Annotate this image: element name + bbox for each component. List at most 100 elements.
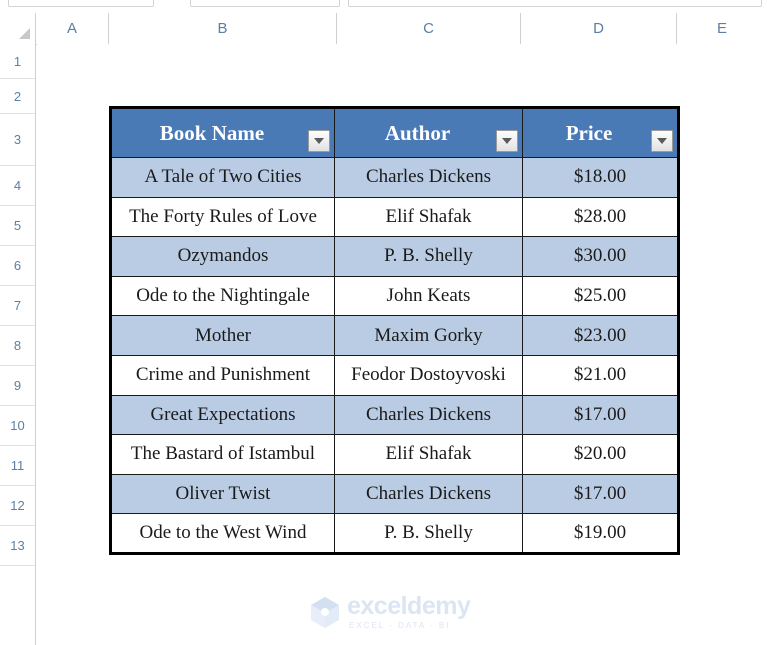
cell-author[interactable]: P. B. Shelly xyxy=(334,236,523,277)
cell-author[interactable]: Charles Dickens xyxy=(334,394,523,436)
table-row[interactable]: A Tale of Two Cities Charles Dickens $18… xyxy=(110,157,679,198)
cell-book-name[interactable]: Great Expectations xyxy=(110,394,335,436)
filter-dropdown-icon-price[interactable] xyxy=(651,130,673,152)
exceldemy-subtitle: EXCEL - DATA - BI xyxy=(349,621,451,630)
row-header-7-label: 7 xyxy=(13,298,22,313)
column-header-a[interactable]: A xyxy=(36,13,109,44)
column-header-c[interactable]: C xyxy=(337,13,521,44)
table-row[interactable]: Oliver Twist Charles Dickens $17.00 xyxy=(110,473,679,515)
row-header-1-label: 1 xyxy=(13,53,22,69)
book-price-table: Book Name Author Price A Tale of Two Cit… xyxy=(109,106,680,555)
row-header-9-label: 9 xyxy=(13,378,22,393)
row-header-11[interactable]: 11 xyxy=(0,446,35,486)
cell-book-name[interactable]: Oliver Twist xyxy=(110,473,335,515)
table-body: A Tale of Two Cities Charles Dickens $18… xyxy=(110,157,679,554)
row-header-3-label: 3 xyxy=(13,132,22,147)
cell-price[interactable]: $30.00 xyxy=(522,236,679,277)
row-header-8-label: 8 xyxy=(13,338,22,353)
row-header-5-label: 5 xyxy=(13,218,22,233)
table-row[interactable]: Mother Maxim Gorky $23.00 xyxy=(110,315,679,356)
cell-book-name[interactable]: Ode to the West Wind xyxy=(110,513,335,554)
row-header-2-label: 2 xyxy=(13,88,22,104)
filter-dropdown-icon-author[interactable] xyxy=(496,130,518,152)
cell-author[interactable]: Elif Shafak xyxy=(334,196,523,238)
cell-price[interactable]: $23.00 xyxy=(522,315,679,356)
cell-book-name[interactable]: A Tale of Two Cities xyxy=(110,157,335,198)
row-header-13-label: 13 xyxy=(10,538,25,553)
cell-book-name[interactable]: The Bastard of Istambul xyxy=(110,434,335,475)
table-row[interactable]: Crime and Punishment Feodor Dostoyvoski … xyxy=(110,354,679,396)
row-header-4-label: 4 xyxy=(13,178,22,193)
row-header-9[interactable]: 9 xyxy=(0,366,35,406)
cell-price[interactable]: $20.00 xyxy=(522,434,679,475)
filter-arrow-glyph xyxy=(657,138,667,144)
exceldemy-title: exceldemy xyxy=(347,592,471,620)
cell-book-name[interactable]: Mother xyxy=(110,315,335,356)
column-header-c-label: C xyxy=(423,20,434,37)
column-author-label: Author xyxy=(384,120,451,145)
exceldemy-wordmark: exceldemy EXCEL - DATA - BI xyxy=(347,592,471,630)
cell-book-name[interactable]: Ozymandos xyxy=(110,236,335,277)
column-price-header: Price xyxy=(522,107,679,158)
row-header-11-label: 11 xyxy=(10,458,25,473)
cell-book-name[interactable]: The Forty Rules of Love xyxy=(110,196,335,238)
cell-book-name[interactable]: Crime and Punishment xyxy=(110,354,335,396)
cell-author[interactable]: Feodor Dostoyvoski xyxy=(334,354,523,396)
select-all-triangle-icon xyxy=(19,28,30,39)
cell-price[interactable]: $28.00 xyxy=(522,196,679,238)
cell-book-name[interactable]: Ode to the Nightingale xyxy=(110,275,335,317)
cell-author[interactable]: Charles Dickens xyxy=(334,157,523,198)
cell-price[interactable]: $19.00 xyxy=(522,513,679,554)
column-header-e[interactable]: E xyxy=(677,13,767,44)
row-header-12[interactable]: 12 xyxy=(0,486,35,526)
filter-dropdown-icon-book-name[interactable] xyxy=(308,130,330,152)
cell-price[interactable]: $18.00 xyxy=(522,157,679,198)
ribbon-control-1[interactable] xyxy=(8,0,154,7)
table-row[interactable]: The Forty Rules of Love Elif Shafak $28.… xyxy=(110,196,679,238)
row-header-gutter: 1 2 3 4 5 6 7 8 9 10 11 12 13 xyxy=(0,44,36,645)
table-row[interactable]: Ozymandos P. B. Shelly $30.00 xyxy=(110,236,679,277)
column-book-name-header: Book Name xyxy=(110,107,335,158)
table-row[interactable]: Ode to the West Wind P. B. Shelly $19.00 xyxy=(110,513,679,554)
row-header-4[interactable]: 4 xyxy=(0,166,35,206)
filter-arrow-glyph xyxy=(314,138,324,144)
cell-author[interactable]: Charles Dickens xyxy=(334,473,523,515)
ribbon-control-2[interactable] xyxy=(190,0,340,7)
column-header-b-label: B xyxy=(217,20,228,37)
row-header-8[interactable]: 8 xyxy=(0,326,35,366)
cell-price[interactable]: $17.00 xyxy=(522,473,679,515)
column-header-e-label: E xyxy=(716,20,727,37)
cell-author[interactable]: P. B. Shelly xyxy=(334,513,523,554)
row-header-3[interactable]: 3 xyxy=(0,114,35,166)
cell-author[interactable]: Maxim Gorky xyxy=(334,315,523,356)
column-header-d-label: D xyxy=(593,20,604,37)
table-row[interactable]: Great Expectations Charles Dickens $17.0… xyxy=(110,394,679,436)
column-book-name-label: Book Name xyxy=(159,120,265,145)
cell-author[interactable]: Elif Shafak xyxy=(334,434,523,475)
exceldemy-watermark: exceldemy EXCEL - DATA - BI xyxy=(311,592,471,630)
cell-author[interactable]: John Keats xyxy=(334,275,523,317)
row-header-10-label: 10 xyxy=(10,418,25,433)
row-header-6[interactable]: 6 xyxy=(0,246,35,286)
row-header-5[interactable]: 5 xyxy=(0,206,35,246)
row-header-7[interactable]: 7 xyxy=(0,286,35,326)
row-header-10[interactable]: 10 xyxy=(0,406,35,446)
cell-price[interactable]: $25.00 xyxy=(522,275,679,317)
column-author-header: Author xyxy=(334,107,523,158)
ribbon-strip xyxy=(0,0,767,13)
cell-price[interactable]: $17.00 xyxy=(522,394,679,436)
row-header-2[interactable]: 2 xyxy=(0,79,35,114)
ribbon-control-3[interactable] xyxy=(348,0,762,7)
row-header-6-label: 6 xyxy=(13,258,22,273)
select-all-corner[interactable] xyxy=(0,13,36,44)
cell-price[interactable]: $21.00 xyxy=(522,354,679,396)
row-header-13[interactable]: 13 xyxy=(0,526,35,566)
filter-arrow-glyph xyxy=(502,138,512,144)
exceldemy-cube-logo-icon xyxy=(311,596,339,628)
column-header-a-label: A xyxy=(66,20,77,37)
column-header-d[interactable]: D xyxy=(521,13,677,44)
table-row[interactable]: Ode to the Nightingale John Keats $25.00 xyxy=(110,275,679,317)
table-row[interactable]: The Bastard of Istambul Elif Shafak $20.… xyxy=(110,434,679,475)
column-header-b[interactable]: B xyxy=(109,13,337,44)
row-header-1[interactable]: 1 xyxy=(0,44,35,79)
